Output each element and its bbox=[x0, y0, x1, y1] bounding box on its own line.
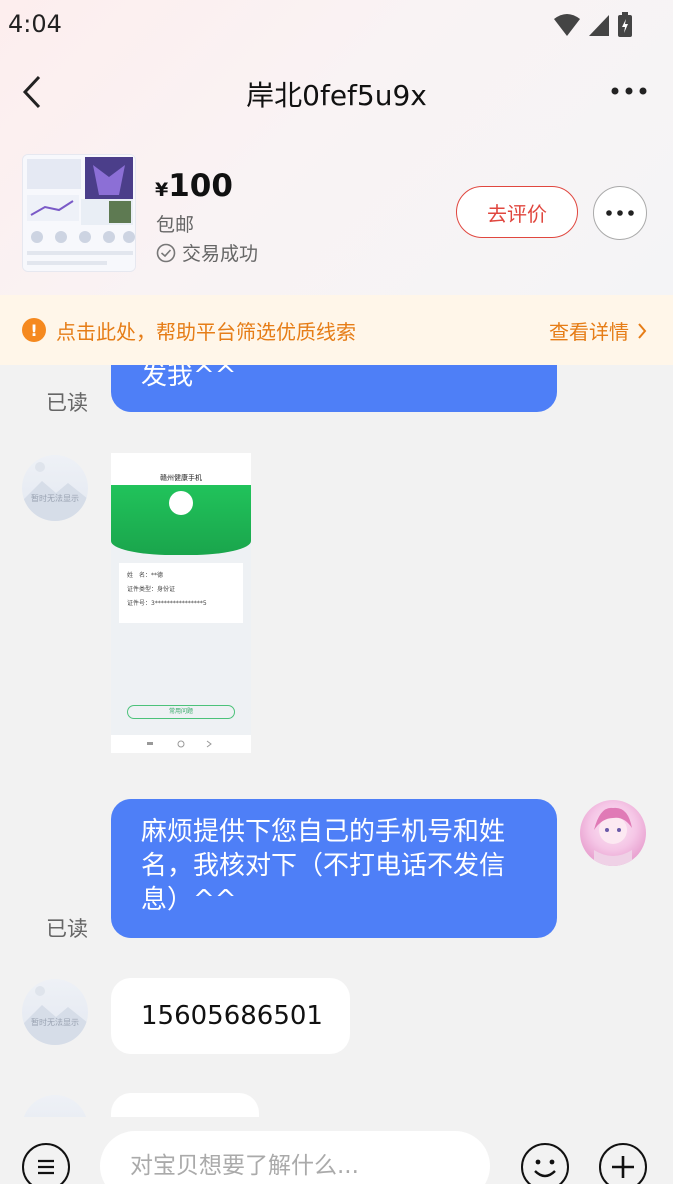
message-bubble-outgoing[interactable]: 发我^^ bbox=[111, 365, 557, 412]
review-button[interactable]: 去评价 bbox=[456, 186, 578, 238]
product-card[interactable]: ¥100 包邮 交易成功 去评价 bbox=[0, 148, 673, 278]
nav-bar: 岸北0fef5u9x bbox=[0, 52, 673, 132]
trade-status: 交易成功 bbox=[156, 239, 258, 266]
status-time: 4:04 bbox=[8, 10, 62, 38]
avatar-placeholder-text: 暂时无法显示 bbox=[31, 1018, 79, 1027]
currency-symbol: ¥ bbox=[155, 179, 169, 201]
message-text: 发我^^ bbox=[141, 365, 237, 391]
contact-avatar[interactable] bbox=[22, 1095, 88, 1117]
plus-icon bbox=[612, 1156, 634, 1178]
check-circle-icon bbox=[156, 243, 176, 262]
banner-text: 点击此处，帮助平台筛选优质线索 bbox=[56, 319, 356, 344]
message-bubble-outgoing[interactable]: 麻烦提供下您自己的手机号和姓名，我核对下（不打电话不发信息）^^ bbox=[111, 799, 557, 938]
wifi-icon bbox=[554, 14, 580, 36]
form-row-name: 姓 名：**德 bbox=[127, 572, 164, 579]
message-bubble-incoming[interactable] bbox=[111, 1093, 259, 1117]
avatar-placeholder-image bbox=[22, 462, 88, 521]
image-nav-bar bbox=[111, 735, 251, 753]
ellipsis-icon bbox=[611, 87, 647, 95]
image-button: 常用问题 bbox=[127, 705, 235, 719]
product-price: ¥100 bbox=[155, 168, 233, 204]
android-nav-icons bbox=[147, 740, 212, 748]
read-receipt: 已读 bbox=[46, 917, 88, 941]
chat-title: 岸北0fef5u9x bbox=[246, 79, 427, 112]
banner-link-label: 查看详情 bbox=[549, 320, 629, 344]
input-bar bbox=[0, 1117, 673, 1184]
banner-details-link[interactable]: 查看详情 bbox=[549, 316, 647, 345]
contact-avatar[interactable]: 暂时无法显示 bbox=[22, 979, 88, 1045]
status-icons bbox=[553, 12, 633, 38]
battery-icon bbox=[618, 12, 632, 37]
form-row-id-type: 证件类型：身份证 bbox=[127, 586, 176, 593]
read-receipt: 已读 bbox=[46, 391, 88, 415]
image-form-card: 姓 名：**德 证件类型：身份证 证件号：3****************5 bbox=[119, 563, 243, 623]
smiley-icon bbox=[534, 1159, 556, 1178]
price-value: 100 bbox=[168, 168, 233, 204]
message-text: 15605686501 bbox=[141, 1001, 323, 1031]
product-thumbnail[interactable] bbox=[22, 154, 136, 272]
warning-icon: ! bbox=[22, 318, 46, 342]
image-title: 赣州健康手机 bbox=[160, 474, 202, 482]
avatar-placeholder-image bbox=[22, 986, 88, 1045]
avatar-placeholder-text: 暂时无法显示 bbox=[31, 494, 79, 503]
image-message[interactable]: 赣州健康手机 姓 名：**德 证件类型：身份证 证件号：3***********… bbox=[111, 453, 251, 753]
form-row-id: 证件号：3****************5 bbox=[127, 600, 207, 607]
status-bar: 4:04 bbox=[0, 0, 673, 52]
shipping-info: 包邮 bbox=[156, 214, 195, 236]
anime-avatar-image bbox=[594, 807, 632, 866]
product-more-button[interactable] bbox=[593, 186, 647, 240]
feedback-banner[interactable]: ! 点击此处，帮助平台筛选优质线索 查看详情 bbox=[0, 295, 673, 365]
ellipsis-icon bbox=[606, 210, 634, 216]
menu-button[interactable] bbox=[22, 1143, 70, 1184]
trade-status-label: 交易成功 bbox=[182, 243, 259, 265]
chevron-right-icon bbox=[638, 322, 647, 339]
menu-lines-icon bbox=[38, 1159, 54, 1175]
signal-icon bbox=[589, 15, 609, 36]
message-input[interactable] bbox=[100, 1131, 490, 1184]
contact-avatar[interactable]: 暂时无法显示 bbox=[22, 455, 88, 521]
image-green-banner bbox=[111, 485, 251, 555]
emoji-button[interactable] bbox=[521, 1143, 569, 1184]
add-attachment-button[interactable] bbox=[599, 1143, 647, 1184]
message-text: 麻烦提供下您自己的手机号和姓名，我核对下（不打电话不发信息）^^ bbox=[141, 817, 506, 915]
message-bubble-incoming[interactable]: 15605686501 bbox=[111, 978, 350, 1054]
more-options-button[interactable] bbox=[609, 76, 649, 106]
chat-area[interactable]: 发我^^ 已读 暂时无法显示 赣州健康手机 姓 名：**德 证件类型：身份证 证… bbox=[0, 365, 673, 1117]
panda-icon bbox=[169, 491, 193, 515]
user-avatar[interactable] bbox=[580, 800, 646, 866]
product-image bbox=[23, 155, 135, 271]
